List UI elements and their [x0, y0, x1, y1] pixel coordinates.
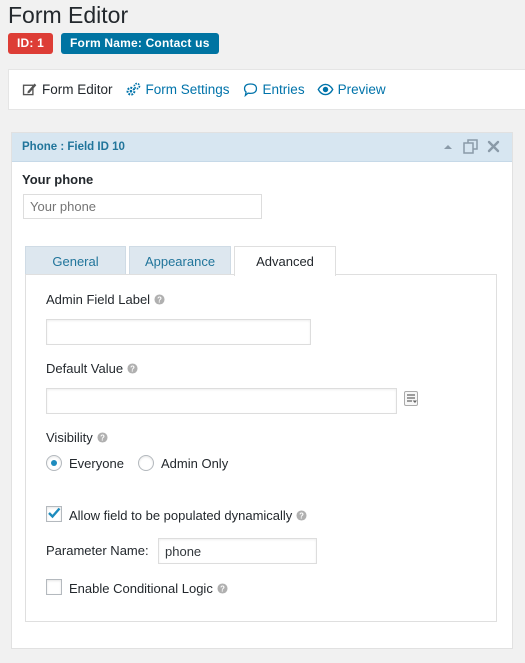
help-icon[interactable]: ?: [154, 294, 165, 305]
toolbar-entries[interactable]: Entries: [242, 81, 305, 98]
svg-text:?: ?: [100, 433, 105, 442]
advanced-tab-panel: Admin Field Label ? Default Value ? Visi…: [25, 274, 497, 622]
help-icon[interactable]: ?: [97, 432, 108, 443]
form-toolbar: Form Editor Form Settings Entries Previe…: [8, 69, 525, 110]
svg-text:?: ?: [130, 364, 135, 373]
toolbar-preview[interactable]: Preview: [317, 81, 386, 98]
form-name-badge: Form Name: Contact us: [61, 33, 219, 54]
everyone-radio[interactable]: [46, 455, 62, 471]
everyone-label: Everyone: [69, 455, 124, 471]
page-title: Form Editor: [8, 2, 129, 28]
field-label: Your phone: [22, 172, 94, 187]
admin-only-radio[interactable]: [138, 455, 154, 471]
visibility-row: Visibility ?: [46, 430, 108, 445]
admin-field-label-input[interactable]: [46, 319, 311, 345]
field-header-title: Phone : Field ID 10: [22, 141, 125, 153]
conditional-logic-label[interactable]: Enable Conditional Logic: [69, 581, 213, 596]
toolbar-label: Entries: [262, 82, 305, 97]
parameter-name-input[interactable]: [158, 538, 317, 564]
svg-text:?: ?: [157, 295, 162, 304]
dynamic-populate-checkbox[interactable]: [46, 506, 62, 522]
help-icon[interactable]: ?: [296, 510, 307, 521]
duplicate-icon[interactable]: [462, 138, 479, 155]
merge-tag-icon[interactable]: [404, 391, 418, 406]
svg-text:?: ?: [220, 584, 225, 593]
visibility-everyone-option[interactable]: Everyone: [46, 455, 124, 471]
field-header-actions: [442, 138, 500, 155]
tab-general[interactable]: General: [25, 246, 126, 275]
form-id-badge: ID: 1: [8, 33, 54, 54]
delete-icon[interactable]: [487, 140, 500, 153]
default-value-label: Default Value: [46, 361, 124, 376]
dynamic-populate-label[interactable]: Allow field to be populated dynamically: [69, 508, 292, 523]
tab-appearance[interactable]: Appearance: [129, 246, 231, 275]
visibility-admin-only-option[interactable]: Admin Only: [138, 455, 228, 471]
default-value-input[interactable]: [46, 388, 397, 414]
admin-field-label-label: Admin Field Label: [46, 292, 151, 307]
svg-text:?: ?: [299, 511, 304, 520]
field-header[interactable]: Phone : Field ID 10: [12, 133, 512, 162]
toolbar-label: Form Settings: [145, 82, 230, 97]
toolbar-label: Preview: [337, 82, 386, 97]
edit-icon: [22, 83, 37, 96]
gear-icon: [126, 82, 140, 96]
collapse-icon[interactable]: [442, 141, 454, 153]
field-settings-tabs: General Appearance Advanced: [25, 246, 339, 276]
eye-icon: [317, 83, 334, 96]
toolbar-label: Form Editor: [42, 82, 113, 97]
dynamic-populate-row: Allow field to be populated dynamically …: [69, 508, 307, 523]
speech-bubble-icon: [243, 83, 257, 98]
help-icon[interactable]: ?: [127, 363, 138, 374]
toolbar-form-settings[interactable]: Form Settings: [125, 81, 230, 98]
conditional-logic-checkbox[interactable]: [46, 579, 62, 595]
visibility-label: Visibility: [46, 430, 93, 445]
field-editor-box: Phone : Field ID 10 Your phone General A…: [11, 132, 513, 649]
conditional-logic-row: Enable Conditional Logic ?: [69, 581, 228, 596]
admin-only-label: Admin Only: [161, 455, 229, 471]
toolbar-form-editor[interactable]: Form Editor: [21, 81, 113, 98]
tab-advanced[interactable]: Advanced: [234, 246, 336, 276]
checkmark-icon: [48, 507, 61, 519]
parameter-name-label: Parameter Name:: [46, 543, 149, 558]
default-value-row: Default Value ?: [46, 361, 138, 376]
badges: ID: 1 Form Name: Contact us: [8, 33, 219, 54]
phone-preview-input[interactable]: [23, 194, 262, 219]
admin-label-row: Admin Field Label ?: [46, 292, 165, 307]
help-icon[interactable]: ?: [217, 583, 228, 594]
